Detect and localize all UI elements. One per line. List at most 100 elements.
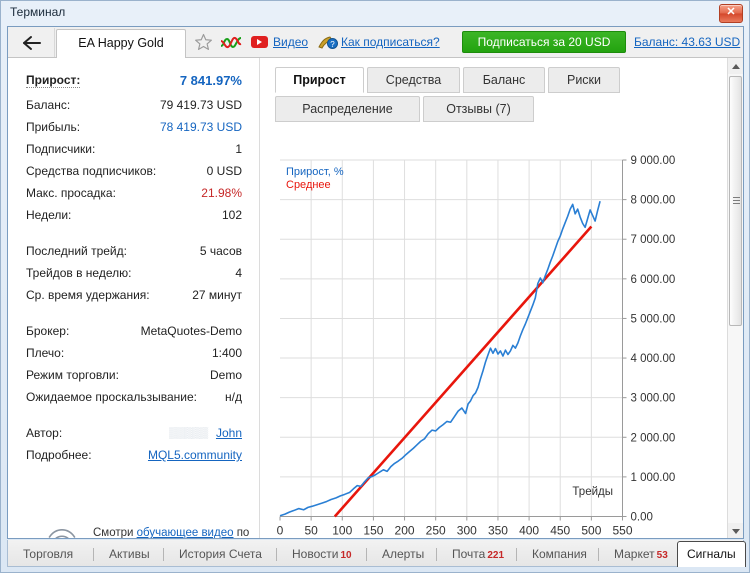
info-row-subscriber-funds: Средства подписчиков: 0 USD bbox=[26, 164, 242, 183]
x-tick-label: 0 bbox=[277, 524, 284, 538]
info-row-broker: Брокер: MetaQuotes-Demo bbox=[26, 324, 242, 343]
info-label: Трейдов в неделю: bbox=[26, 266, 132, 280]
scroll-down-button[interactable] bbox=[728, 523, 743, 538]
bottom-tab-label: Почта bbox=[452, 547, 486, 561]
terminal-window: Терминал ✕ EA Happy Gold Видео ? Как под… bbox=[0, 0, 750, 573]
y-tick-label: 2 000.00 bbox=[631, 432, 676, 444]
how-to-subscribe-link[interactable]: Как подписаться? bbox=[341, 35, 440, 49]
tab-balance[interactable]: Баланс bbox=[463, 67, 545, 93]
bottom-tab-label: Торговля bbox=[23, 547, 74, 561]
info-label: Недели: bbox=[26, 208, 72, 222]
window-title: Терминал bbox=[10, 5, 66, 19]
tab-risks[interactable]: Риски bbox=[548, 67, 620, 93]
info-label: Плечо: bbox=[26, 346, 65, 360]
x-tick-label: 100 bbox=[332, 524, 352, 538]
info-row-leverage: Плечо: 1:400 bbox=[26, 346, 242, 365]
scrollbar-grip bbox=[733, 197, 740, 198]
tab-distribution[interactable]: Распределение bbox=[275, 96, 420, 122]
x-axis-label: Трейды bbox=[572, 486, 613, 498]
scrollbar-grip bbox=[733, 200, 740, 201]
info-row-expected-slippage: Ожидаемое проскальзывание: н/д bbox=[26, 390, 242, 409]
youtube-icon[interactable] bbox=[251, 36, 268, 48]
tab-reviews[interactable]: Отзывы (7) bbox=[423, 96, 534, 122]
author-link[interactable]: John bbox=[216, 426, 242, 440]
bottom-tab-label: Алерты bbox=[382, 547, 425, 561]
bottom-tab-company[interactable]: Компания bbox=[523, 543, 596, 566]
tab-separator bbox=[436, 548, 437, 561]
legend-entry: Прирост, % bbox=[286, 166, 344, 178]
bottom-tab-trade[interactable]: Торговля bbox=[14, 543, 82, 566]
tab-growth[interactable]: Прирост bbox=[275, 67, 364, 93]
y-tick-label: 5 000.00 bbox=[631, 313, 676, 325]
info-row-avg-hold-time: Ср. время удержания: 27 минут bbox=[26, 288, 242, 307]
balance-link[interactable]: Баланс: 43.63 USD bbox=[634, 35, 740, 49]
info-label: Прибыль: bbox=[26, 120, 81, 134]
info-row-trades-per-week: Трейдов в неделю: 4 bbox=[26, 266, 242, 285]
bottom-tab-market[interactable]: Маркет 53 bbox=[605, 543, 677, 566]
info-value: 1:400 bbox=[211, 346, 242, 360]
video-link[interactable]: Видео bbox=[273, 35, 308, 49]
tab-separator bbox=[366, 548, 367, 561]
bottom-tab-signals[interactable]: Сигналы bbox=[677, 541, 746, 567]
info-label: Ср. время удержания: bbox=[26, 288, 150, 302]
info-row-max-drawdown: Макс. просадка: 21.98% bbox=[26, 186, 242, 205]
y-tick-label: 9 000.00 bbox=[631, 155, 676, 167]
bottom-tab-mailbox[interactable]: Почта 221 bbox=[443, 543, 513, 566]
tab-signal-name[interactable]: EA Happy Gold bbox=[56, 29, 186, 58]
scrollbar-thumb[interactable] bbox=[729, 76, 742, 326]
help-icon[interactable]: ? bbox=[318, 35, 338, 53]
signal-broadcast-icon bbox=[38, 523, 86, 538]
growth-chart-svg: 0.00 1 000.00 2 000.00 3 000.00 4 000.00 5 00… bbox=[277, 155, 676, 538]
x-axis-ticks: 0 50 100 150 200 250 300 350 400 450 500 550 bbox=[277, 516, 633, 538]
bottom-tab-badge: 10 bbox=[340, 550, 352, 561]
close-button[interactable]: ✕ bbox=[719, 4, 743, 23]
tab-separator bbox=[93, 548, 94, 561]
terminal-bottom-tabs: Торговля Активы История Счета Новости 10 … bbox=[7, 540, 746, 567]
info-row-last-trade: Последний трейд: 5 часов bbox=[26, 244, 242, 263]
close-icon: ✕ bbox=[726, 6, 736, 18]
scroll-down-arrow-icon bbox=[732, 529, 740, 534]
info-value: 7 841.97% bbox=[179, 73, 242, 88]
bottom-tab-badge: 221 bbox=[487, 550, 505, 561]
back-button[interactable] bbox=[9, 28, 55, 57]
bottom-tab-label: Сигналы bbox=[687, 547, 736, 561]
info-label: Подписчики: bbox=[26, 142, 96, 156]
x-tick-label: 500 bbox=[581, 524, 601, 538]
y-tick-label: 3 000.00 bbox=[631, 393, 676, 405]
x-tick-label: 400 bbox=[519, 524, 539, 538]
info-value: 79 419.73 USD bbox=[159, 98, 242, 112]
info-row-weeks: Недели: 102 bbox=[26, 208, 242, 227]
community-link[interactable]: MQL5.community bbox=[148, 448, 242, 462]
bottom-tab-assets[interactable]: Активы bbox=[100, 543, 159, 566]
x-tick-label: 550 bbox=[612, 524, 632, 538]
x-tick-label: 50 bbox=[304, 524, 318, 538]
bottom-tab-label: Компания bbox=[532, 547, 587, 561]
tab-equity[interactable]: Средства bbox=[367, 67, 460, 93]
x-tick-label: 200 bbox=[395, 524, 415, 538]
tutorial-video-link[interactable]: обучающее видео bbox=[137, 527, 234, 538]
info-label: Средства подписчиков: bbox=[26, 164, 157, 178]
bottom-tab-badge: 53 bbox=[656, 550, 668, 561]
scroll-up-button[interactable] bbox=[728, 58, 743, 74]
bottom-tab-news[interactable]: Новости 10 bbox=[283, 543, 361, 566]
signal-info-panel: Прирост: 7 841.97% Баланс: 79 419.73 USD… bbox=[8, 58, 260, 538]
info-value: 27 минут bbox=[192, 288, 242, 302]
scrollbar-grip bbox=[733, 203, 740, 204]
bottom-tab-label: Маркет bbox=[614, 547, 655, 561]
info-value: 4 bbox=[235, 266, 242, 280]
tab-separator bbox=[516, 548, 517, 561]
bottom-tab-account-history[interactable]: История Счета bbox=[170, 543, 271, 566]
signal-chart-icon[interactable] bbox=[220, 35, 242, 53]
info-label: Подробнее: bbox=[26, 448, 92, 462]
vertical-scrollbar[interactable] bbox=[727, 58, 743, 538]
bottom-tab-alerts[interactable]: Алерты bbox=[373, 543, 433, 566]
back-arrow-icon bbox=[23, 36, 41, 50]
youtube-promo[interactable]: Смотри обучающее видео по сигналам на Yo… bbox=[38, 523, 249, 538]
info-value: 0 USD bbox=[206, 164, 242, 178]
svg-text:?: ? bbox=[330, 40, 335, 49]
info-row-subscribers: Подписчики: 1 bbox=[26, 142, 242, 161]
info-label: Макс. просадка: bbox=[26, 186, 116, 200]
star-icon[interactable] bbox=[194, 33, 213, 55]
subscribe-button[interactable]: Подписаться за 20 USD bbox=[462, 31, 626, 53]
y-tick-label: 7 000.00 bbox=[631, 234, 676, 246]
